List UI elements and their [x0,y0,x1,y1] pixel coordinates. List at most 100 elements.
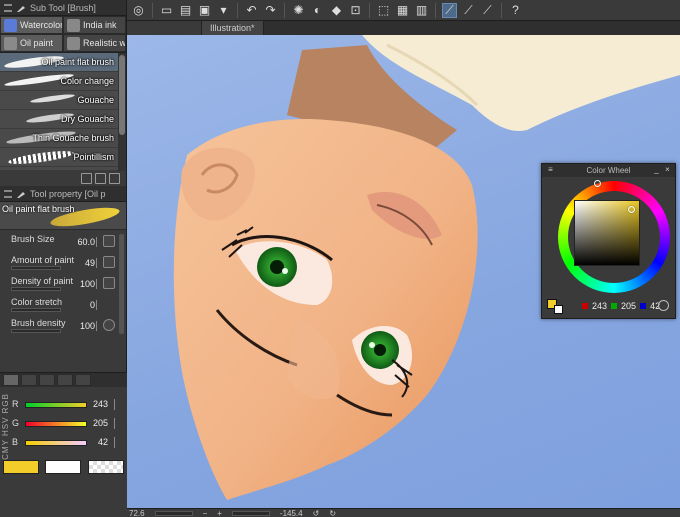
rotate-left-icon[interactable]: ↺ [313,509,320,517]
download-icon[interactable] [81,172,92,184]
undo-icon[interactable]: ↶ [244,3,259,18]
property-value[interactable]: 0 [90,300,95,310]
show-selection-icon[interactable]: ▥ [414,3,429,18]
spinner-icon[interactable] [96,279,101,289]
property-value[interactable]: 100 [80,321,95,331]
saturation-value-handle[interactable] [628,206,635,213]
close-icon[interactable]: × [663,165,672,174]
blue-slider[interactable]: B 42 [12,435,125,451]
pressure-icon[interactable] [103,256,115,268]
pressure-icon[interactable] [103,319,115,331]
group-tab-watercolor[interactable]: Watercolor [0,16,63,34]
property-brush-density[interactable]: Brush density 100 [0,316,126,337]
snap-ruler-icon[interactable]: ⟋ [442,2,457,18]
property-slider[interactable] [11,308,61,312]
color-mode-tabs[interactable]: CMY HSV RGB [1,393,10,460]
save-icon[interactable]: ▣ [197,3,212,18]
sub-color-indicator[interactable] [554,305,563,314]
spinner-icon[interactable] [96,321,101,331]
help-icon[interactable]: ? [508,3,523,18]
channel-value[interactable]: 42 [98,437,108,447]
brush-item[interactable]: Oil paint flat brush [0,53,126,72]
redo-icon[interactable]: ↷ [263,3,278,18]
trash-icon[interactable] [109,172,120,184]
intermediate-color-tab[interactable] [39,374,55,386]
brush-item[interactable]: Gouache [0,91,126,110]
main-color-swatch[interactable] [3,460,40,474]
group-tab-realistic[interactable]: Realistic w [63,34,126,52]
document-tab-illustration[interactable]: Illustration* [202,21,264,35]
property-label: Brush Size [11,234,55,244]
red-slider[interactable]: R 243 [12,397,125,413]
zoom-in-icon[interactable]: + [217,509,222,517]
color-wheel-titlebar[interactable]: ≡ Color Wheel _ × [542,164,675,177]
deselect-icon[interactable]: ⬚ [376,3,391,18]
transform-icon[interactable]: ⊡ [348,3,363,18]
zoom-out-icon[interactable]: − [203,509,208,517]
minimize-icon[interactable]: _ [652,165,661,174]
channel-value[interactable]: 243 [93,399,108,409]
green-slider[interactable]: G 205 [12,416,125,432]
dropdown-icon[interactable]: ▾ [216,3,231,18]
property-value[interactable]: 100 [80,279,95,289]
channel-value[interactable]: 205 [93,418,108,428]
property-slider[interactable] [11,266,61,270]
brush-item[interactable]: Pointillism [0,148,126,167]
panel-grip-icon[interactable] [4,3,12,12]
duplicate-icon[interactable] [95,172,106,184]
open-folder-icon[interactable]: ▤ [178,3,193,18]
channel-bar[interactable] [25,402,87,408]
pressure-icon[interactable] [103,235,115,247]
snap-grid-icon[interactable]: ⟋ [480,3,495,18]
spinner-icon[interactable] [96,258,101,268]
pressure-icon[interactable] [103,277,115,289]
new-file-icon[interactable]: ▭ [159,3,174,18]
color-swatches [0,457,127,477]
spinner-icon[interactable] [114,399,121,410]
group-tab-india-ink[interactable]: India ink [63,16,126,34]
hue-handle[interactable] [594,180,601,187]
rotate-right-icon[interactable]: ↻ [329,509,336,517]
spinner-icon[interactable] [96,300,101,310]
brush-list-scrollbar[interactable] [118,53,126,171]
properties-scrollbar[interactable] [119,234,124,334]
zoom-value[interactable]: 72.6 [129,509,145,517]
loading-icon[interactable]: ✺ [291,3,306,18]
rotation-slider[interactable] [231,510,270,516]
property-brush-size[interactable]: Brush Size 60.0 [0,232,126,253]
property-slider[interactable] [11,329,61,333]
property-amount-of-paint[interactable]: Amount of paint 49 [0,253,126,274]
group-tab-oil-paint[interactable]: Oil paint [0,34,63,52]
snap-special-ruler-icon[interactable]: ⟋ [461,3,476,18]
clear-icon[interactable]: ◐ [310,3,325,18]
property-value[interactable]: 49 [85,258,95,268]
approximate-color-tab[interactable] [57,374,73,386]
app-logo-icon[interactable]: ◎ [131,3,146,18]
color-mode-toggle-icon[interactable] [658,300,669,311]
document-tab-redacted[interactable] [127,21,202,35]
invert-selection-icon[interactable]: ▦ [395,3,410,18]
menu-icon[interactable]: ≡ [546,165,555,174]
panel-grip-icon[interactable] [4,189,12,198]
property-density-of-paint[interactable]: Density of paint 100 [0,274,126,295]
brush-item[interactable]: Thin Gouache brush [0,129,126,148]
fill-icon[interactable]: ◆ [329,3,344,18]
rotation-value[interactable]: -145.4 [280,509,303,517]
spinner-icon[interactable] [114,418,121,429]
zoom-slider[interactable] [154,510,193,516]
property-color-stretch[interactable]: Color stretch 0 [0,295,126,316]
property-slider[interactable] [11,287,61,291]
property-value[interactable]: 60.0 [77,237,95,247]
color-history-tab[interactable] [75,374,91,386]
channel-bar[interactable] [25,421,87,427]
sub-color-swatch[interactable] [45,460,82,474]
brush-item[interactable]: Dry Gouache [0,110,126,129]
spinner-icon[interactable] [96,237,101,247]
spinner-icon[interactable] [114,437,121,448]
brush-item[interactable]: Color change [0,72,126,91]
color-set-tab[interactable] [21,374,37,386]
group-tab-label: Oil paint [20,38,54,48]
color-slider-tab[interactable] [3,374,19,386]
channel-bar[interactable] [25,440,87,446]
transparent-color-swatch[interactable] [87,460,124,474]
